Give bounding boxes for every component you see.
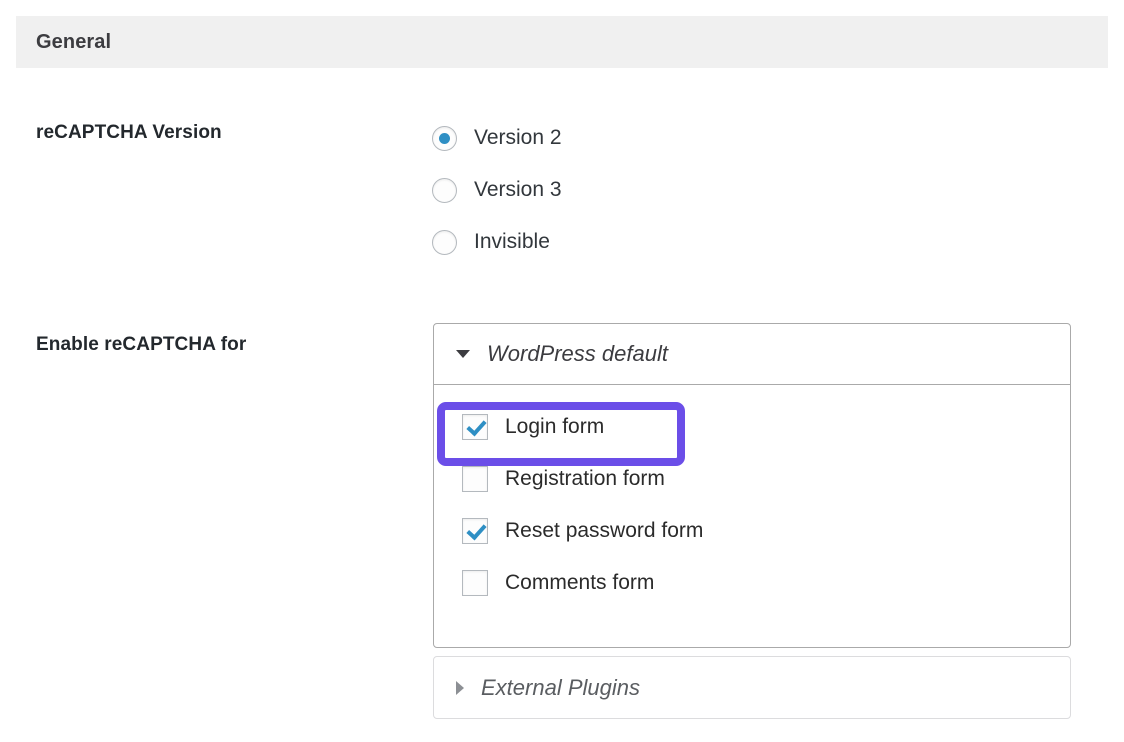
checkbox-item-comments-form[interactable]: Comments form	[434, 557, 1070, 609]
radio-dot-icon	[439, 132, 450, 144]
checkbox-label-login-form: Login form	[505, 415, 605, 438]
label-enable-recaptcha-for: Enable reCAPTCHA for	[36, 334, 247, 355]
checkbox-item-login-form[interactable]: Login form	[434, 401, 1070, 453]
panel-header-wordpress-default[interactable]: WordPress default	[434, 324, 1070, 385]
checkbox-icon-registration-form[interactable]	[462, 466, 488, 492]
checkbox-list-wordpress-default: Login form Registration form Reset passw…	[434, 385, 1070, 609]
checkbox-label-comments-form: Comments form	[505, 571, 655, 594]
radio-option-version-2[interactable]: Version 2	[432, 112, 562, 164]
checkbox-icon-comments-form[interactable]	[462, 570, 488, 596]
caret-right-icon[interactable]	[456, 680, 464, 695]
panel-title-wordpress-default: WordPress default	[487, 341, 668, 366]
panel-wordpress-default: WordPress default Login form Registratio…	[433, 323, 1071, 648]
radio-label-invisible: Invisible	[474, 230, 550, 253]
label-recaptcha-version: reCAPTCHA Version	[36, 122, 222, 143]
checkbox-item-reset-password-form[interactable]: Reset password form	[434, 505, 1070, 557]
radio-group-recaptcha-version: Version 2 Version 3 Invisible	[432, 112, 562, 268]
radio-label-version-2: Version 2	[474, 126, 562, 149]
radio-icon-version-3[interactable]	[432, 177, 457, 203]
checkbox-label-registration-form: Registration form	[505, 467, 665, 490]
panel-header-external-plugins[interactable]: External Plugins	[434, 657, 1070, 718]
panel-title-external-plugins: External Plugins	[481, 674, 640, 700]
accordion-enable-recaptcha-for: WordPress default Login form Registratio…	[433, 323, 1071, 719]
section-header: General	[16, 16, 1108, 68]
radio-icon-version-2[interactable]	[432, 125, 457, 151]
caret-down-icon[interactable]	[456, 350, 470, 358]
checkbox-icon-reset-password-form[interactable]	[462, 518, 488, 544]
radio-label-version-3: Version 3	[474, 178, 562, 201]
radio-option-version-3[interactable]: Version 3	[432, 164, 562, 216]
page-title: General	[36, 30, 112, 53]
radio-option-invisible[interactable]: Invisible	[432, 216, 562, 268]
radio-icon-invisible[interactable]	[432, 229, 457, 255]
checkbox-item-registration-form[interactable]: Registration form	[434, 453, 1070, 505]
checkbox-icon-login-form[interactable]	[462, 414, 488, 440]
checkbox-label-reset-password-form: Reset password form	[505, 519, 704, 542]
panel-external-plugins[interactable]: External Plugins	[433, 656, 1071, 719]
